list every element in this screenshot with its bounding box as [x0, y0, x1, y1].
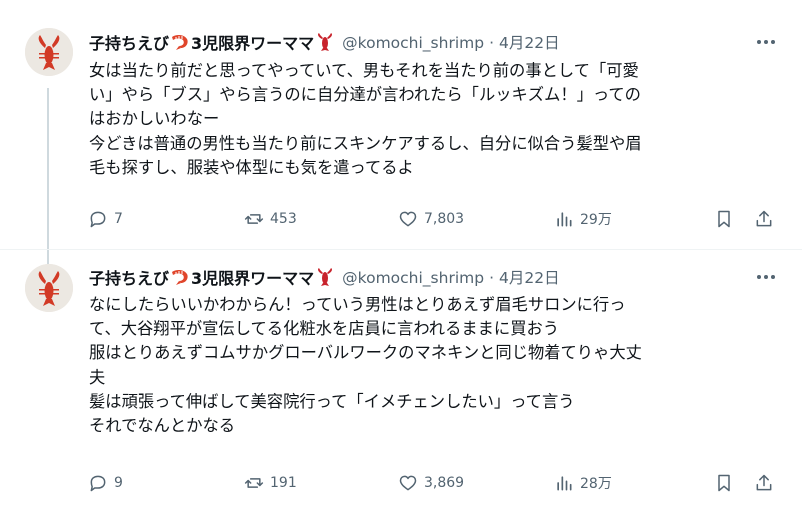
repost-button[interactable]: 453	[244, 207, 297, 231]
more-dots-icon[interactable]	[754, 32, 778, 52]
lobster-emoji-icon	[318, 33, 333, 51]
share-button[interactable]	[754, 471, 774, 495]
display-name-suffix[interactable]: 3児限界ワーママ	[191, 265, 314, 289]
lobster-emoji-icon	[318, 268, 333, 286]
view-count: 29万	[580, 212, 612, 228]
bookmark-icon	[718, 210, 730, 228]
tweet-text-line: 髪は頑張って伸ばして美容院行って「イメチェンしたい」って言う	[89, 391, 575, 411]
tweet-text-line: 今どきは普通の男性も当たり前にスキンケアするし、自分に似合う髪型や眉	[89, 133, 642, 153]
bookmark-button[interactable]	[714, 471, 734, 495]
shrimp-emoji-icon	[172, 34, 188, 50]
view-count: 28万	[580, 476, 612, 492]
display-name[interactable]: 子持ちえび	[89, 265, 169, 289]
action-bar: 7 453 7,803 29万	[88, 207, 778, 231]
repost-icon	[244, 214, 264, 224]
like-count: 3,869	[424, 475, 465, 491]
timestamp[interactable]: 4月22日	[499, 269, 560, 287]
reply-button[interactable]: 9	[88, 471, 123, 495]
views-icon	[557, 212, 572, 227]
tweet-text-line: 服はとりあえずコムサかグローバルワークのマネキンと同じ物着てりゃ大丈	[89, 343, 642, 363]
repost-icon	[244, 478, 264, 488]
reply-button[interactable]: 7	[88, 207, 123, 231]
like-icon	[399, 475, 417, 491]
separator-dot: ·	[489, 269, 495, 287]
tweet-header: 子持ちえび 3児限界ワーママ @komochi_shrimp · 4月22日	[89, 31, 560, 53]
like-icon	[399, 211, 417, 227]
more-dots-icon[interactable]	[754, 267, 778, 287]
separator-dot: ·	[489, 34, 495, 52]
bookmark-icon	[718, 474, 730, 492]
views-button[interactable]: 28万	[554, 471, 612, 495]
handle[interactable]: @komochi_shrimp	[342, 34, 484, 52]
tweet[interactable]: 子持ちえび 3児限界ワーママ @komochi_shrimp · 4月22日 女は当…	[0, 0, 802, 270]
display-name-suffix[interactable]: 3児限界ワーママ	[191, 30, 314, 54]
display-name[interactable]: 子持ちえび	[89, 30, 169, 54]
reply-icon	[90, 211, 106, 228]
tweet-text-line: はおかしいわなー	[89, 109, 220, 129]
share-icon	[756, 474, 772, 491]
tweet-header: 子持ちえび 3児限界ワーママ @komochi_shrimp · 4月22日	[89, 266, 560, 288]
tweet-text-line: て、大谷翔平が宣伝してる化粧水を店員に言われるままに買おう	[89, 319, 560, 339]
thread-connector-line	[47, 88, 49, 270]
repost-count: 191	[270, 475, 297, 491]
tweet-text-line: それでなんとかなる	[89, 416, 236, 436]
like-button[interactable]: 7,803	[398, 207, 464, 231]
share-icon	[756, 210, 772, 227]
views-button[interactable]: 29万	[554, 207, 612, 231]
repost-button[interactable]: 191	[244, 471, 297, 495]
like-button[interactable]: 3,869	[398, 471, 464, 495]
views-icon	[557, 476, 572, 491]
tweet-text: 女は当たり前だと思ってやっていて、男もそれを当たり前の事として「可愛 い」やら「…	[89, 59, 779, 180]
tweet-text-line: い」やら「ブス」やら言うのに自分達が言われたら「ルッキズム！」っての	[89, 85, 641, 105]
tweet-text-line: なにしたらいいかわからん！っていう男性はとりあえず眉毛サロンに行っ	[89, 295, 626, 314]
tweet-text-line: 女は当たり前だと思ってやっていて、男もそれを当たり前の事として「可愛	[89, 61, 639, 80]
shrimp-emoji-icon	[172, 269, 188, 285]
tweet[interactable]: 子持ちえび 3児限界ワーママ @komochi_shrimp · 4月22日 なにし…	[0, 250, 802, 516]
reply-count: 7	[114, 211, 123, 227]
reply-icon	[90, 475, 106, 492]
share-button[interactable]	[754, 207, 774, 231]
action-bar: 9 191 3,869 28万	[88, 471, 778, 495]
bookmark-button[interactable]	[714, 207, 734, 231]
timestamp[interactable]: 4月22日	[499, 34, 560, 52]
tweet-text: なにしたらいいかわからん！っていう男性はとりあえず眉毛サロンに行っ て、大谷翔平…	[89, 293, 779, 438]
tweet-text-line: 毛も探すし、服装や体型にも気を遣ってるよ	[89, 157, 414, 177]
repost-count: 453	[270, 211, 297, 227]
avatar[interactable]	[25, 28, 73, 76]
tweet-text-line: 夫	[89, 367, 106, 387]
reply-count: 9	[114, 475, 123, 491]
avatar[interactable]	[25, 264, 73, 312]
like-count: 7,803	[424, 211, 465, 227]
handle[interactable]: @komochi_shrimp	[342, 269, 484, 287]
